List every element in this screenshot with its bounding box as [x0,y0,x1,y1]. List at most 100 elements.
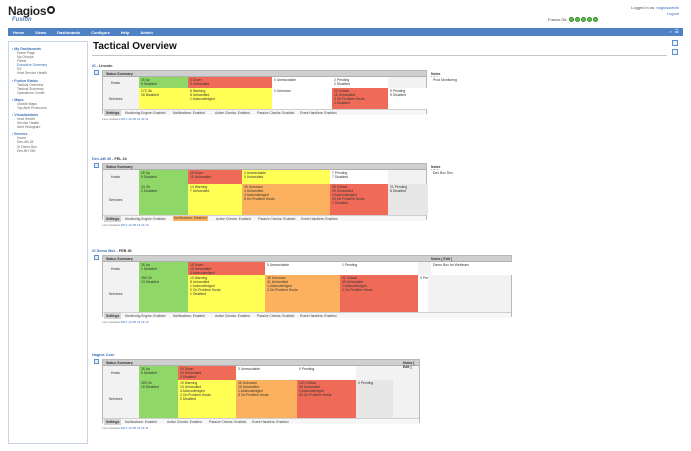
service-status-line[interactable]: 15 Disabled [141,385,176,389]
setting-status[interactable]: Passive Checks: Enabled [257,314,294,318]
notes-edit-link[interactable]: Notes [ Edit ] [403,361,419,369]
service-status-line[interactable]: 0 Pending [420,276,428,280]
service-status-line[interactable]: 8 On Problem Hosts [244,197,328,201]
group-title[interactable]: Nagios Core [92,353,114,357]
setting-status[interactable]: Passive Checks: Enabled [257,111,294,115]
nav-configure[interactable]: Configure [86,28,115,37]
service-status-cell[interactable]: 0 Pending [356,380,393,418]
host-status-cell[interactable]: 19 Down 15 Unhandled 4 Acknowledged [188,262,265,275]
sidebar-item[interactable]: Operations Center [12,91,84,95]
host-status-cell[interactable]: 0 Unreachable 0 Unhandled [242,170,330,184]
host-status-line[interactable]: 5 Disabled [141,82,186,86]
host-status-line[interactable]: 0 Unhandled [244,175,328,179]
setting-status[interactable]: Notifications: Disabled [173,216,208,221]
host-status-line[interactable]: 0 Unreachable [274,78,330,82]
setting-status[interactable]: Notifications: Enabled [173,314,205,318]
service-status-cell[interactable]: 20 Critical 15 Unhandled 3 On Problem Host… [332,88,388,109]
service-status-cell[interactable]: 45 Unknown 41 Unhandled 1 Acknowledged 3 On… [265,275,340,312]
setting-status[interactable]: Event Handlers: Enabled [301,217,337,221]
nav-admin[interactable]: Admin [135,28,157,37]
health-dot-icon[interactable] [569,17,575,22]
service-status-cell[interactable]: 35 Unknown 4 Unhandled 4 Acknowledged 8 On … [242,184,330,215]
host-status-line[interactable]: 1 Disabled [141,267,186,271]
permalink-icon[interactable] [672,49,678,55]
setting-status[interactable]: Event Handlers: Enabled [300,314,336,318]
service-status-cell[interactable]: 269 Ok 15 Disabled [139,380,178,418]
service-status-line[interactable]: 0 Disabled [180,397,234,401]
service-status-line[interactable]: 2 On Problem Hosts [342,288,416,292]
nagios-logo[interactable]: Nagios [8,4,56,18]
host-status-cell[interactable]: 26 Up 5 Disabled [139,366,178,380]
service-status-line[interactable]: 0 Unknown [274,89,330,93]
host-status-cell[interactable]: 28 Up 5 Disabled [139,77,188,88]
host-status-cell[interactable]: 15 Down 15 Unhandled [188,170,242,184]
group-icon[interactable] [94,359,99,364]
service-status-cell[interactable]: 0 Pending [418,275,428,312]
service-status-cell[interactable]: 8 Warning 8 Unhandled 1 Acknowledged [188,88,272,109]
service-status-cell[interactable]: 269 Ok 13 Disabled [139,275,188,312]
host-status-cell[interactable]: 2 Pending 2 Disabled [332,77,388,88]
group-name[interactable]: Nagios Core [92,353,114,357]
setting-status[interactable]: Monitoring Engine: Enabled [125,111,166,115]
setting-status[interactable]: Active Checks: Enabled [167,420,202,424]
service-status-line[interactable]: 7 Unhandled [190,189,240,193]
service-status-cell[interactable]: 42 Critical 39 Unhandled 1 Acknowledged 2 O… [340,275,418,312]
sidebar-item[interactable]: Top Alert Producers [12,106,84,110]
host-status-line[interactable]: 7 Disabled [332,175,386,179]
last-updated-time[interactable]: 2017-12-05 13:44:11 [121,117,149,121]
last-updated-time[interactable]: 2017-12-05 13:44:11 [121,426,149,430]
health-dot-icon[interactable] [587,17,593,22]
service-status-cell[interactable]: 14 Warning 7 Unhandled [188,184,242,215]
service-status-cell[interactable]: 120 Critical 56 Unhandled 1 Acknowledged 63… [297,380,356,418]
setting-status[interactable]: Active Checks: Enabled [215,314,250,318]
nav-views[interactable]: Views [30,28,51,37]
settings-button[interactable]: Settings [104,110,122,116]
host-status-cell[interactable]: 1 Pending [340,262,418,275]
service-status-line[interactable]: 8 Disabled [390,189,426,193]
group-icon[interactable] [94,70,99,75]
service-status-line[interactable]: 16 Disabled [141,93,186,97]
host-status-cell[interactable]: 5 Down 5 Unhandled [188,77,272,88]
service-status-cell[interactable]: 172 Ok 16 Disabled [139,88,188,109]
service-status-line[interactable]: 3 On Problem Hosts [267,288,338,292]
settings-button[interactable]: Settings [104,216,122,222]
service-status-line[interactable]: 1 Disabled [190,292,263,296]
setting-status[interactable]: Passive Checks: Enabled [258,217,295,221]
setting-status[interactable]: Passive Checks: Enabled [209,420,246,424]
setting-status[interactable]: Monitoring Engine: Enabled [125,314,166,318]
service-status-cell[interactable]: 10 Warning 8 Unhandled 1 Acknowledged 0 On … [188,275,265,312]
host-status-line[interactable]: 5 Unhandled [190,82,270,86]
host-status-cell[interactable]: 0 Unreachable [265,262,340,275]
host-status-line[interactable]: 0 Disabled [180,375,234,379]
host-status-cell[interactable]: 26 Up 1 Disabled [139,262,188,275]
group-title[interactable]: XI Demo Box - FEB 36 [92,249,132,253]
host-status-line[interactable]: 5 Disabled [141,371,176,375]
setting-status[interactable]: Monitoring Engine: Enabled [125,217,166,221]
setting-status[interactable]: Active Checks: Enabled [216,217,251,221]
service-status-cell[interactable]: 21 Pending 8 Disabled [388,184,428,215]
health-dot-icon[interactable] [575,17,581,22]
service-status-cell[interactable]: 19 Warning 13 Unhandled 4 Acknowledged 2 On… [178,380,236,418]
service-status-line[interactable]: 2 Disabled [141,189,186,193]
last-updated-time[interactable]: 2017-12-05 13:44:10 [121,320,149,324]
setting-status[interactable]: Notifications: Enabled [125,420,157,424]
service-status-line[interactable]: 5 On Problem Hosts [238,393,295,397]
service-status-cell[interactable]: 45 Critical 20 Unhandled 4 Acknowledged 20 … [330,184,388,215]
health-dot-icon[interactable] [581,17,587,22]
host-status-cell[interactable]: 0 Unreachable [236,366,297,380]
last-updated-time[interactable]: 2017-12-05 13:44:10 [121,223,149,227]
group-title[interactable]: Dev-AB 45 - FEL 24 [92,157,127,161]
user-link[interactable]: nagiosadmin [656,5,679,10]
group-name[interactable]: Dev-AB 45 [92,157,111,161]
host-status-cell[interactable]: 28 Up 5 Disabled [139,170,188,184]
setting-status[interactable]: Notifications: Enabled [173,111,205,115]
host-status-line[interactable]: 1 Pending [342,263,416,267]
service-status-line[interactable]: 63 On Problem Hosts [299,393,354,397]
setting-status[interactable]: Active Checks: Enabled [215,111,250,115]
sidebar-item[interactable]: Alert Histogram [12,125,84,129]
service-status-cell[interactable]: 0 Unknown [272,88,332,109]
host-status-line[interactable]: 0 Unreachable [267,263,338,267]
service-status-cell[interactable]: 35 Unknown 29 Unhandled 1 Acknowledged 5 On… [236,380,297,418]
service-status-cell[interactable]: 24 Ok 2 Disabled [139,184,188,215]
host-status-line[interactable]: 2 Disabled [334,82,386,86]
